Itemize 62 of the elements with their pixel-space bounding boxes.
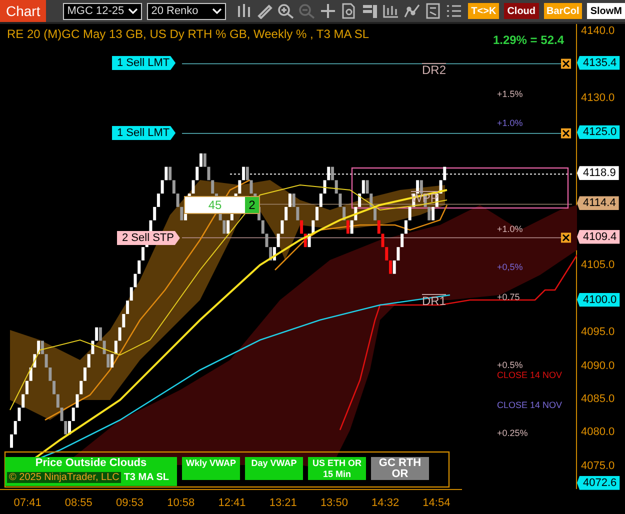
cancel-order-icon[interactable] <box>561 58 571 69</box>
crosshair-icon[interactable] <box>319 3 338 19</box>
template-icon[interactable] <box>424 3 442 19</box>
price-label: 4075.0 <box>581 460 615 472</box>
level-annotation: +0,5% <box>497 262 523 272</box>
price-flag: 4135.4 <box>577 56 620 70</box>
price-flag: 4109.4 <box>577 230 620 244</box>
position-quantity: 45 <box>185 197 245 213</box>
change-readout: 1.29% = 52.4 <box>492 33 564 47</box>
price-label: 4090.0 <box>581 360 615 372</box>
copyright-text: © 2025 NinjaTrader, LLC <box>7 472 122 483</box>
price-flag: 4100.0 <box>577 292 620 307</box>
price-label: 4095.0 <box>581 326 615 338</box>
bar-type-dropdown[interactable]: 20 Renko <box>147 2 226 20</box>
cancel-order-icon[interactable] <box>561 232 571 243</box>
level-label: DR2 <box>422 63 446 76</box>
price-flag: 4114.4 <box>577 196 619 210</box>
level-annotation: +0.25% <box>497 428 528 438</box>
caret-icon <box>212 8 222 14</box>
caret-icon <box>128 8 138 14</box>
price-label: 4085.0 <box>581 392 615 405</box>
instrument-dropdown[interactable]: MGC 12-25 <box>63 2 142 20</box>
chart-title: Chart <box>0 0 46 22</box>
level-annotation: +0.75 <box>497 292 520 302</box>
level-annotation: +0.5% <box>497 360 523 370</box>
price-label: 4130.0 <box>581 92 615 104</box>
position-count: 2 <box>245 197 259 213</box>
time-label: 13:21 <box>269 496 297 508</box>
time-label: 09:53 <box>116 496 144 508</box>
level-annotation: CLOSE 14 NOV <box>497 370 562 380</box>
time-label: 13:50 <box>320 496 348 508</box>
time-label: 07:41 <box>14 496 42 508</box>
pencil-icon[interactable] <box>256 3 274 19</box>
level-label: DR1 <box>422 294 446 307</box>
order-tag[interactable]: 2 Sell STP <box>117 231 180 245</box>
time-label: 14:32 <box>372 496 400 508</box>
price-label: 4140.0 <box>581 25 615 37</box>
strategy-icon[interactable] <box>382 3 400 19</box>
price-label: 4080.0 <box>581 426 615 438</box>
time-label: 10:58 <box>167 496 195 508</box>
price-flag: 4072.6 <box>577 476 620 490</box>
level-annotation: +1.0% <box>497 224 523 234</box>
chart-legend: RE 20 (M)GC May 13 GB, US Dy RTH % GB, Weekly % , T3 MA SL <box>7 27 370 41</box>
price-flag: 4125.0 <box>577 125 620 140</box>
level-annotation: CLOSE 14 NOV <box>497 400 562 410</box>
indicator-button[interactable]: GC RTH OR <box>371 457 429 480</box>
toggle-button[interactable]: SlowM <box>587 3 625 19</box>
level-annotation: +1.5% <box>497 89 523 99</box>
price-label: 4105.0 <box>581 259 615 272</box>
time-label: 12:41 <box>218 496 246 508</box>
list-icon[interactable] <box>445 3 464 19</box>
indicator-icon[interactable] <box>403 3 422 19</box>
panels-icon[interactable] <box>361 3 380 19</box>
toggle-button[interactable]: Cloud <box>504 3 539 19</box>
zoom-in-icon[interactable] <box>277 3 296 19</box>
price-flag: 4118.9 <box>577 166 619 180</box>
cancel-order-icon[interactable] <box>561 128 571 138</box>
order-tag[interactable]: 1 Sell LMT <box>112 56 176 70</box>
time-label: 14:54 <box>422 496 450 508</box>
time-label: 08:55 <box>64 496 92 508</box>
level-annotation: +1.0% <box>497 118 523 128</box>
order-tag[interactable]: 1 Sell LMT <box>112 126 176 140</box>
